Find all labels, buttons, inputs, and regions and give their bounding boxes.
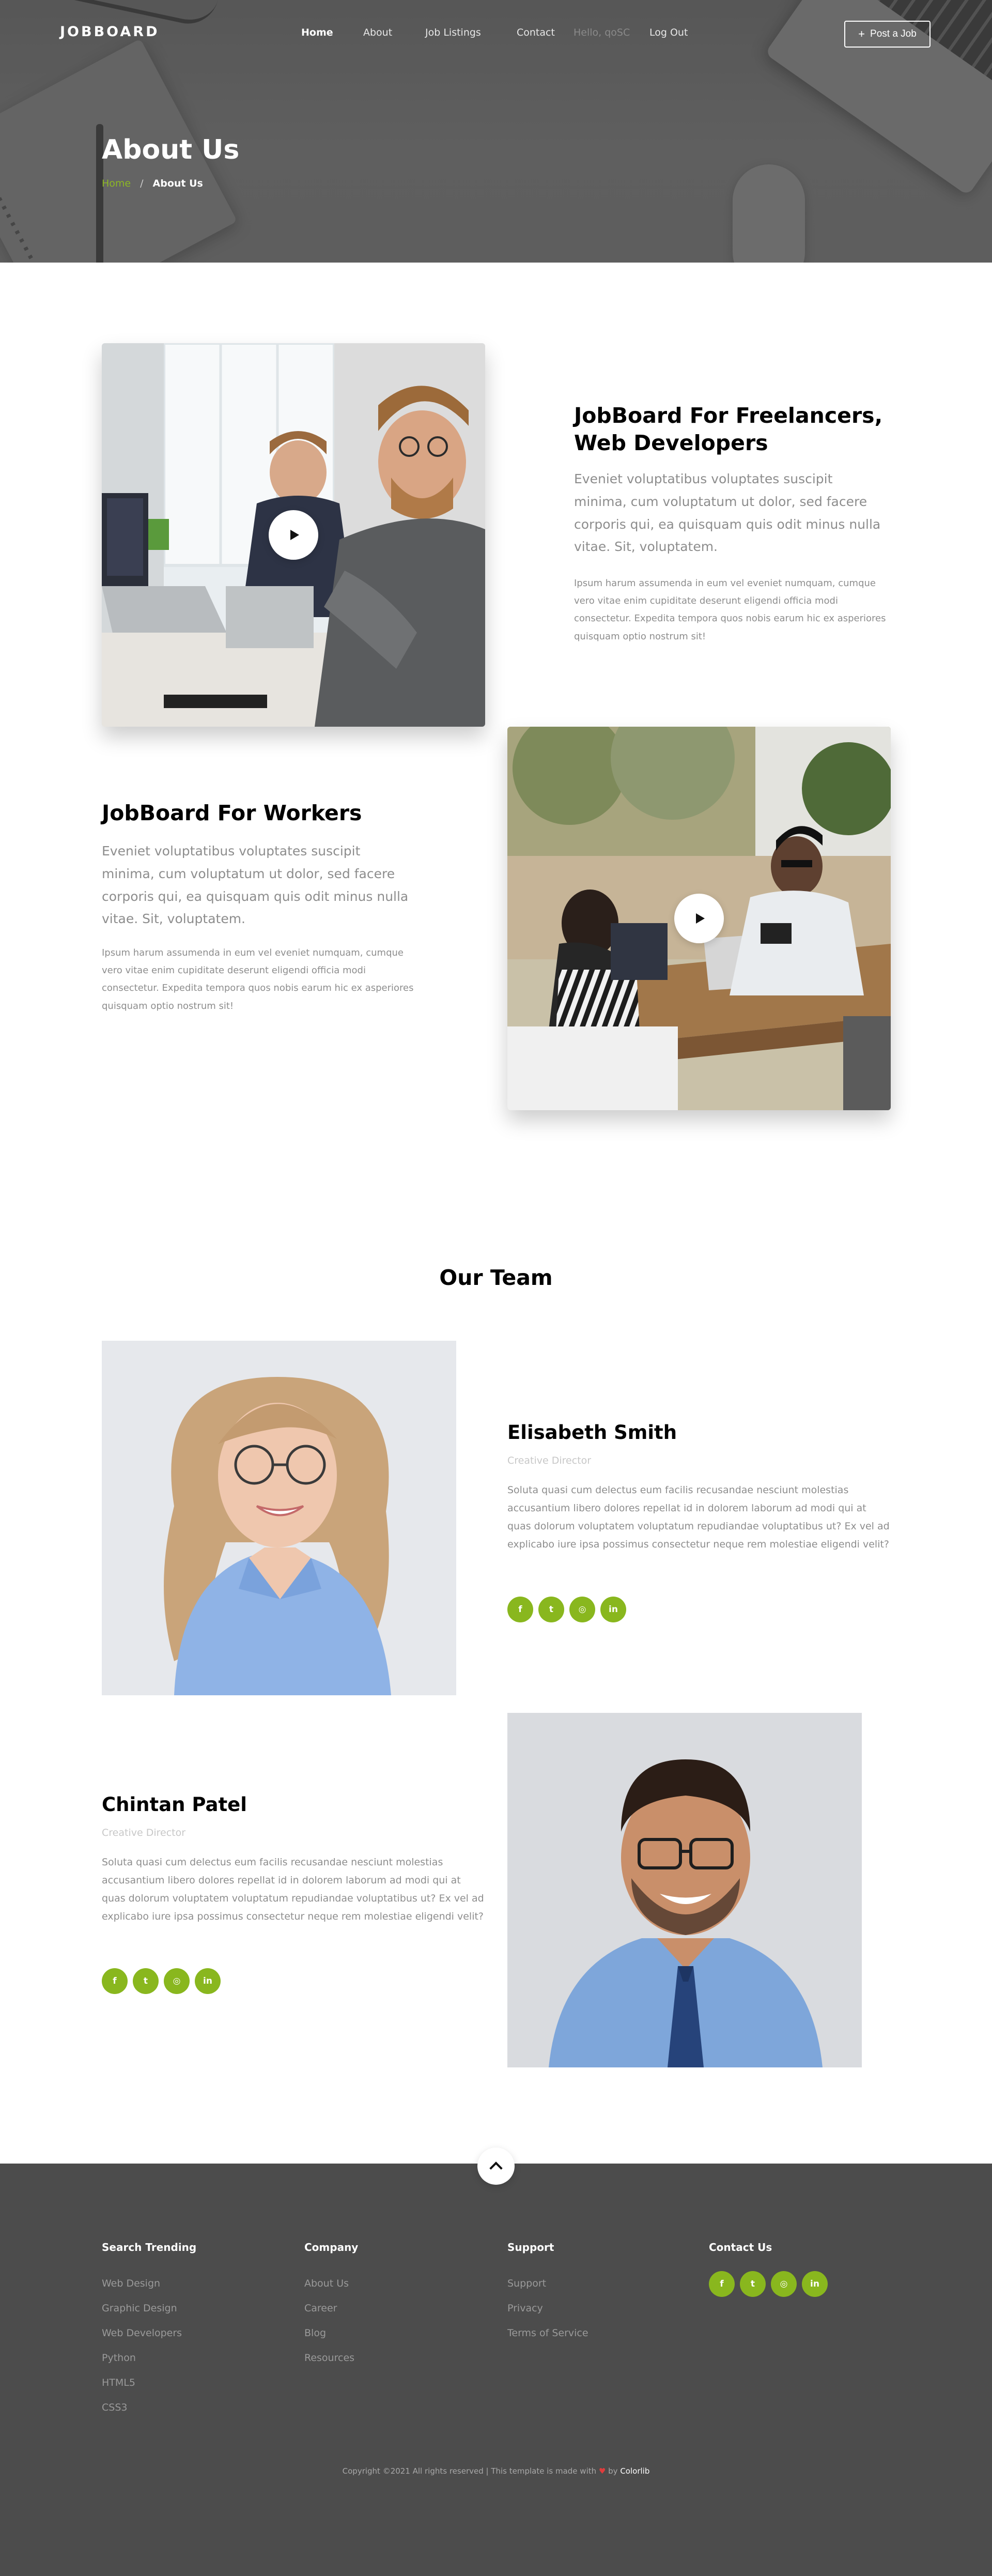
- play-icon: [696, 913, 705, 924]
- footer-column-company: Company About Us Career Blog Resources: [304, 2241, 358, 2370]
- breadcrumb-separator: /: [140, 178, 144, 189]
- footer-column-title: Company: [304, 2241, 359, 2253]
- breadcrumb: Home / About Us: [102, 178, 203, 189]
- footer-link-terms[interactable]: Terms of Service: [507, 2321, 588, 2345]
- member-photo-elisabeth: [102, 1341, 456, 1695]
- hero-section: JOBBOARD Home About Job Listings Contact…: [0, 0, 992, 263]
- feature-workers-lead: Eveniet voluptatibus voluptates suscipit…: [102, 844, 409, 927]
- member-socials-chintan: f t ◎ in: [102, 1968, 221, 1994]
- footer-column-title: Search Trending: [102, 2241, 197, 2253]
- chevron-up-icon: [489, 2161, 503, 2175]
- footer-link-graphic-design[interactable]: Graphic Design: [102, 2296, 196, 2321]
- footer-link-about-us[interactable]: About Us: [304, 2271, 358, 2296]
- workers-video-image[interactable]: [507, 727, 891, 1110]
- footer-column-title: Support: [507, 2241, 554, 2253]
- instagram-icon[interactable]: ◎: [569, 1597, 595, 1622]
- instagram-icon[interactable]: ◎: [164, 1968, 190, 1994]
- footer-link-python[interactable]: Python: [102, 2345, 196, 2370]
- footer-link-web-design[interactable]: Web Design: [102, 2271, 196, 2296]
- footer-column-search-trending: Search Trending Web Design Graphic Desig…: [102, 2241, 196, 2420]
- feature-freelancers-lead: Eveniet voluptatibus voluptates suscipit…: [574, 471, 881, 555]
- colorlib-link[interactable]: Colorlib: [620, 2466, 649, 2476]
- footer-link-support[interactable]: Support: [507, 2271, 588, 2296]
- footer-column-support: Support Support Privacy Terms of Service: [507, 2241, 588, 2345]
- footer-link-web-developers[interactable]: Web Developers: [102, 2321, 196, 2345]
- copyright-by: by: [608, 2466, 618, 2476]
- footer-link-css3[interactable]: CSS3: [102, 2395, 196, 2420]
- facebook-icon[interactable]: f: [709, 2271, 735, 2297]
- feature-workers-body: Ipsum harum assumenda in eum vel eveniet…: [102, 947, 414, 1011]
- heart-icon: ♥: [598, 2466, 606, 2476]
- member-bio-chintan: Soluta quasi cum delectus eum facilis re…: [102, 1857, 484, 1923]
- play-icon: [290, 530, 299, 540]
- member-role-chintan: Creative Director: [102, 1827, 186, 1838]
- nav-job-listings[interactable]: Job Listings: [425, 27, 481, 38]
- brand-logo[interactable]: JOBBOARD: [60, 24, 159, 40]
- nav-about[interactable]: About: [363, 27, 392, 38]
- member-role-elisabeth: Creative Director: [507, 1455, 592, 1466]
- breadcrumb-home[interactable]: Home: [102, 178, 131, 189]
- post-job-label: Post a Job: [870, 28, 917, 39]
- footer-link-resources[interactable]: Resources: [304, 2345, 358, 2370]
- nav-home[interactable]: Home: [301, 27, 333, 38]
- footer-link-career[interactable]: Career: [304, 2296, 358, 2321]
- footer-link-blog[interactable]: Blog: [304, 2321, 358, 2345]
- feature-freelancers-title: JobBoard For Freelancers, Web Developers: [574, 402, 894, 457]
- footer-column-title: Contact Us: [709, 2241, 772, 2253]
- copyright: Copyright ©2021 All rights reserved | Th…: [0, 2466, 992, 2476]
- twitter-icon[interactable]: t: [740, 2271, 766, 2297]
- play-video-button-2[interactable]: [674, 894, 724, 943]
- nav-greeting: Hello, qoSC: [574, 27, 630, 38]
- nav-logout[interactable]: Log Out: [649, 27, 688, 38]
- elisabeth-portrait: [102, 1341, 456, 1695]
- team-heading: Our Team: [439, 1265, 553, 1290]
- twitter-icon[interactable]: t: [538, 1597, 564, 1622]
- facebook-icon[interactable]: f: [102, 1968, 128, 1994]
- member-socials-elisabeth: f t ◎ in: [507, 1597, 626, 1622]
- feature-freelancers-body: Ipsum harum assumenda in eum vel eveniet…: [574, 578, 886, 642]
- member-photo-chintan: [507, 1713, 862, 2067]
- member-name-elisabeth: Elisabeth Smith: [507, 1421, 677, 1444]
- member-name-chintan: Chintan Patel: [102, 1793, 247, 1816]
- breadcrumb-current: About Us: [152, 178, 203, 189]
- linkedin-icon[interactable]: in: [802, 2271, 828, 2297]
- instagram-icon[interactable]: ◎: [771, 2271, 797, 2297]
- linkedin-icon[interactable]: in: [600, 1597, 626, 1622]
- linkedin-icon[interactable]: in: [195, 1968, 221, 1994]
- footer-link-html5[interactable]: HTML5: [102, 2370, 196, 2395]
- post-job-button[interactable]: + Post a Job: [844, 21, 931, 48]
- copyright-text: Copyright ©2021 All rights reserved | Th…: [342, 2466, 597, 2476]
- footer-link-privacy[interactable]: Privacy: [507, 2296, 588, 2321]
- page-title: About Us: [102, 134, 240, 165]
- scroll-to-top-button[interactable]: [477, 2148, 515, 2185]
- footer-socials: f t ◎ in: [709, 2271, 828, 2297]
- plus-icon: +: [858, 27, 865, 40]
- member-bio-elisabeth: Soluta quasi cum delectus eum facilis re…: [507, 1484, 890, 1551]
- freelancers-video-image[interactable]: [102, 343, 485, 727]
- feature-freelancers-title-line2: Web Developers: [574, 431, 768, 456]
- top-nav: JOBBOARD Home About Job Listings Contact…: [0, 0, 992, 66]
- nav-contact[interactable]: Contact: [517, 27, 555, 38]
- play-video-button[interactable]: [269, 510, 318, 560]
- feature-freelancers-title-line1: JobBoard For Freelancers,: [574, 403, 883, 428]
- chintan-portrait: [507, 1713, 862, 2067]
- twitter-icon[interactable]: t: [133, 1968, 159, 1994]
- facebook-icon[interactable]: f: [507, 1597, 533, 1622]
- footer-column-contact: Contact Us f t ◎ in: [709, 2241, 828, 2297]
- feature-workers-title: JobBoard For Workers: [102, 801, 362, 825]
